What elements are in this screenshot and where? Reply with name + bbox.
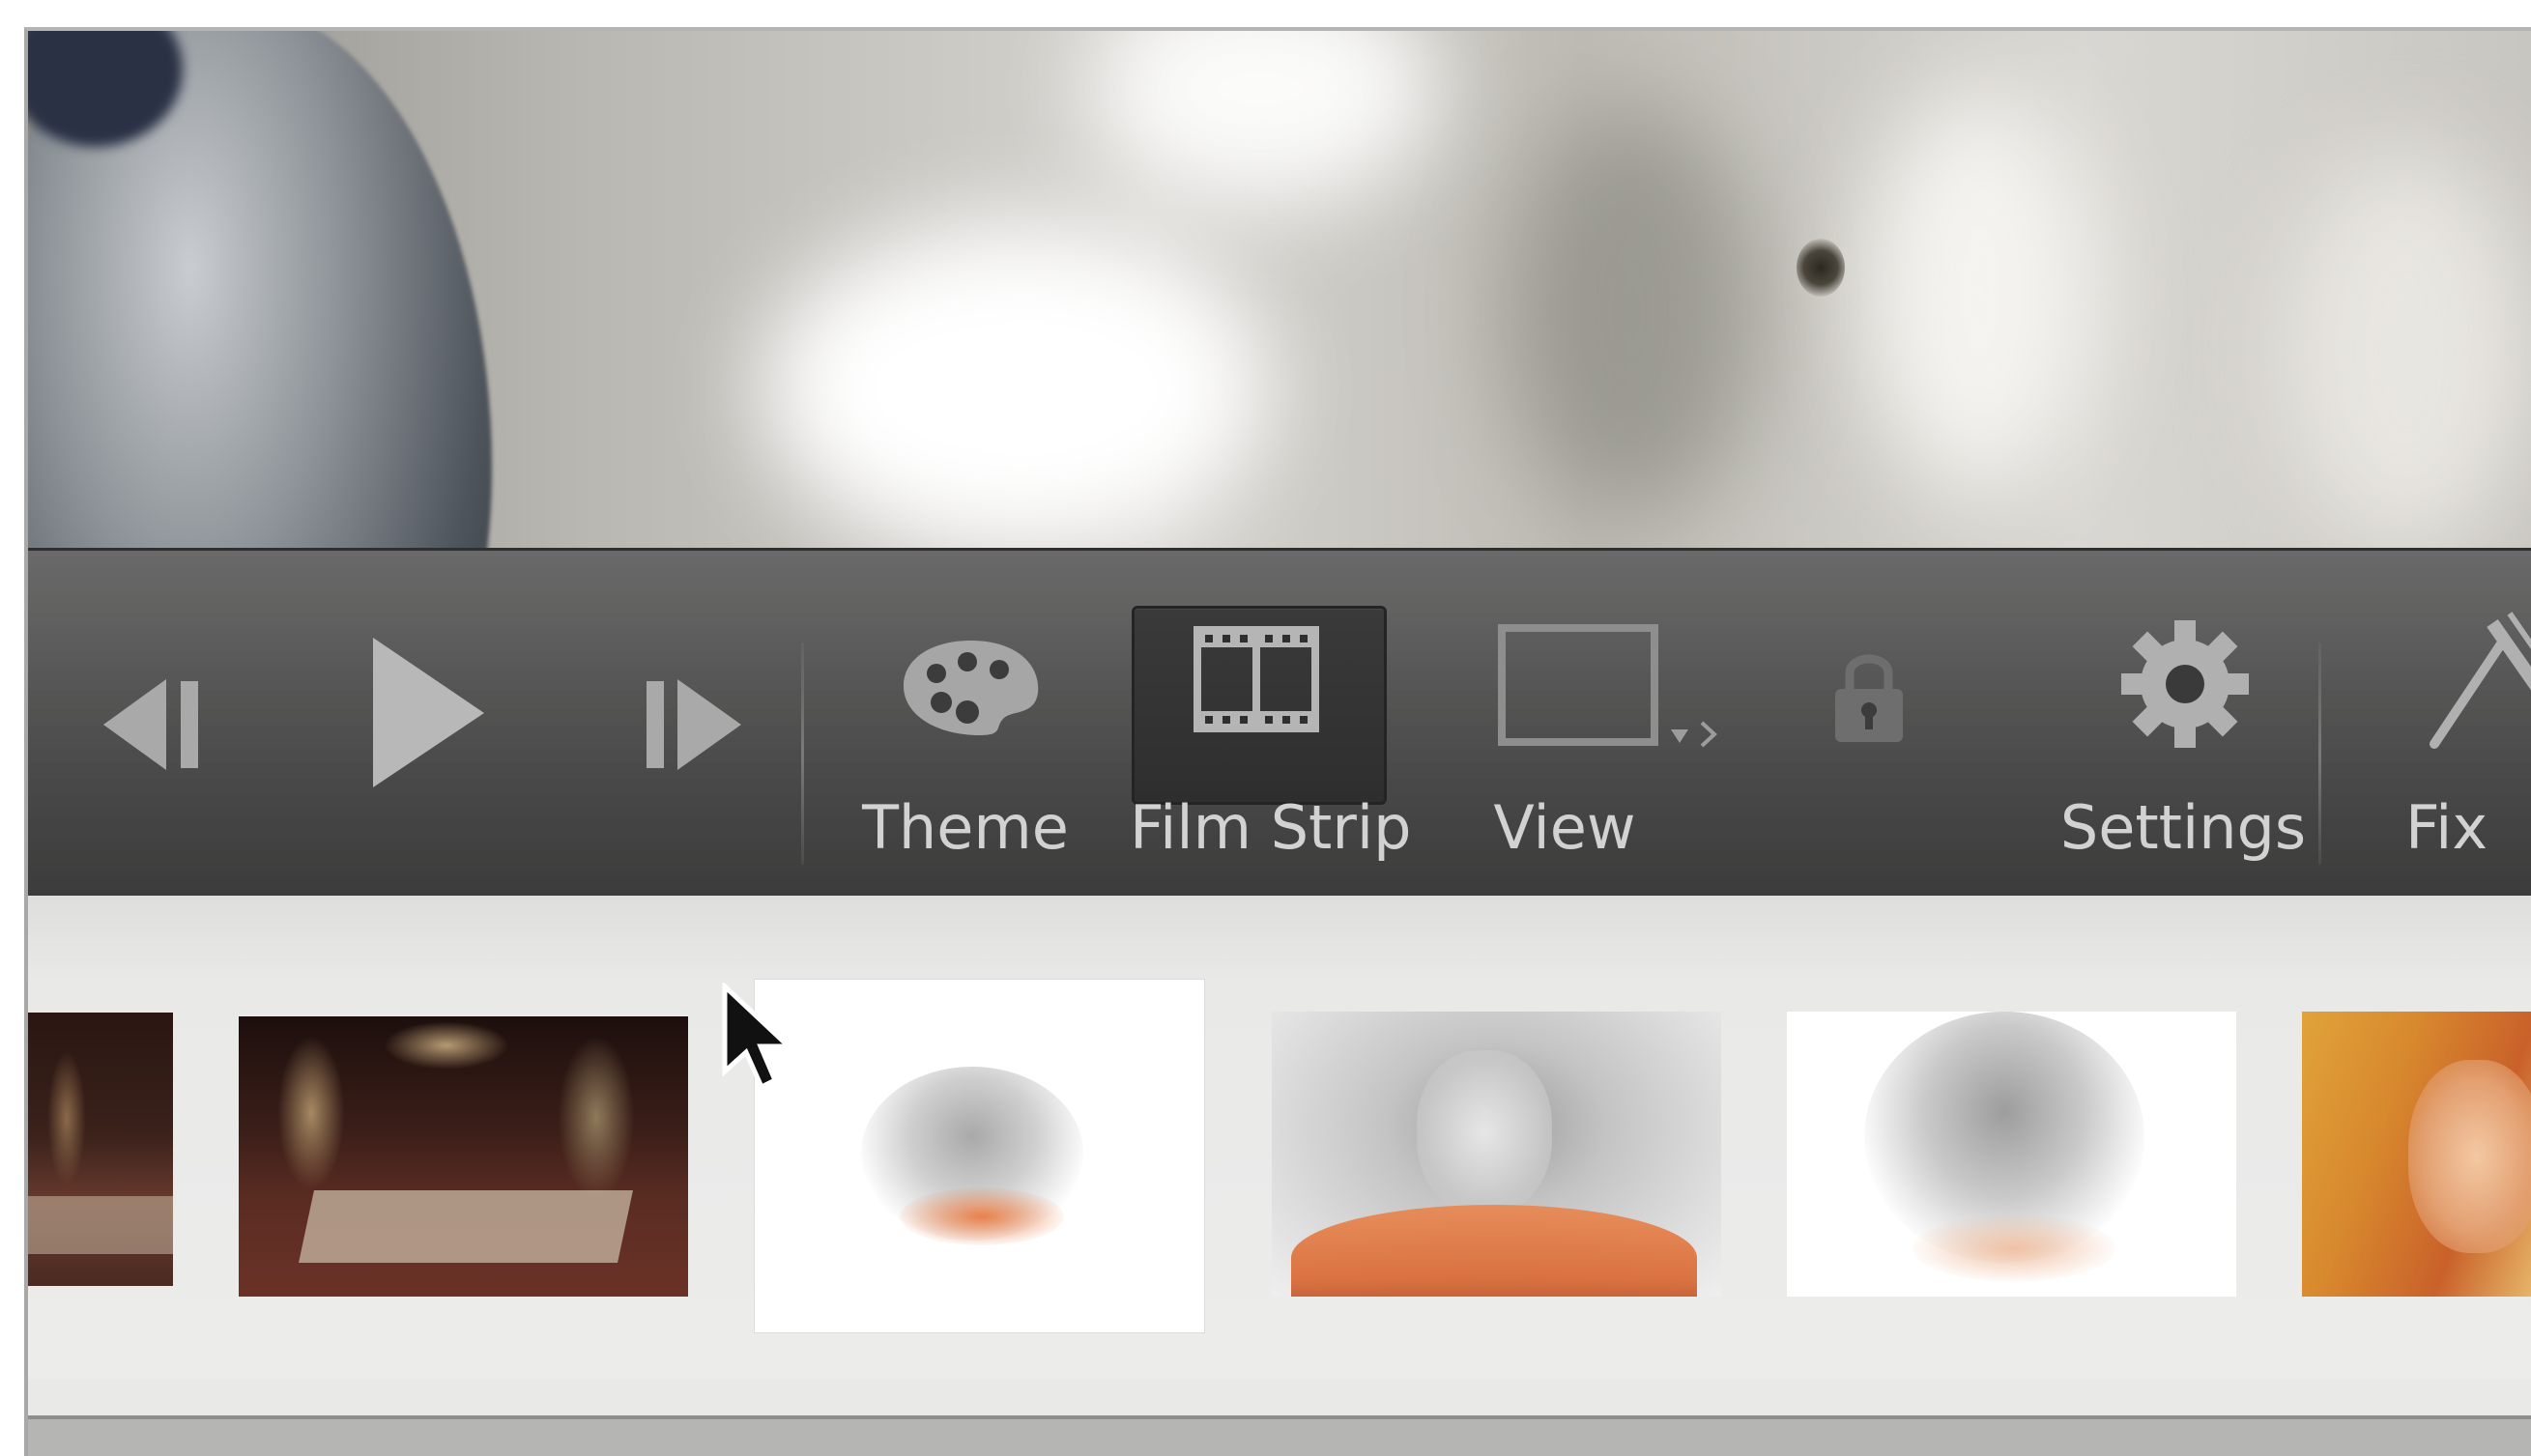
carpet [28,1196,173,1254]
toolbar: Theme Film Strip View Settings Fix [28,548,2531,899]
bokeh-highlight [1091,31,1439,205]
film-strip-button[interactable]: Film Strip [1130,551,1412,899]
chandelier [384,1021,509,1070]
fix-wand-icon [2430,612,2531,749]
face-color [2408,1060,2531,1253]
toolbar-separator [2318,642,2321,865]
settings-button[interactable]: Settings [2048,551,2318,899]
bokeh-highlight [762,224,1265,548]
carpet [299,1190,633,1263]
dropdown-arrow-icon [1671,729,1688,743]
skip-back-icon [103,679,198,770]
film-strip-icon [1194,626,1319,732]
slide-thumbnail[interactable] [1787,1012,2236,1297]
film-strip [28,896,2531,1379]
slide-thumbnail-selected[interactable] [755,980,1204,1332]
bokeh-highlight [2280,147,2531,548]
slide-preview[interactable] [28,31,2531,548]
bokeh-shadow [1507,108,1758,514]
chevron-right-icon [1700,721,1717,748]
theme-label: Theme [862,792,1069,863]
view-rectangle-icon [1498,624,1717,748]
slide-thumbnail[interactable] [2302,1012,2531,1297]
theme-button[interactable]: Theme [854,551,1077,899]
slide-thumbnail[interactable] [28,1013,173,1286]
candle-glow [277,1036,345,1190]
fix-label: Fix [2405,792,2488,863]
fix-button[interactable]: Fix [2405,551,2531,899]
view-label: View [1493,792,1636,863]
toolbar-separator [801,642,804,865]
palette-icon [904,641,1039,735]
orange-top [1291,1205,1697,1297]
bokeh-highlight [1864,89,2096,495]
play-button[interactable] [339,638,513,792]
lock-button[interactable] [1821,642,1917,749]
next-button[interactable] [618,671,772,778]
film-strip-label: Film Strip [1130,792,1412,863]
face-sketch [1417,1050,1552,1214]
window-glow [47,1051,86,1186]
slide-thumbnail[interactable] [1272,1012,1721,1297]
slide-thumbnail[interactable] [239,1016,688,1297]
orange-top [1913,1214,2115,1282]
mouse-pointer-icon [722,983,795,1091]
slideshow-window: Theme Film Strip View Settings Fix [24,27,2531,1456]
status-bar [28,1415,2531,1456]
lock-icon [1835,654,1903,742]
window-glow [558,1036,635,1200]
insect-detail [1797,239,1845,297]
skip-forward-icon [647,679,741,770]
play-icon [373,638,484,787]
settings-label: Settings [2059,792,2307,863]
gear-icon [2121,620,2249,748]
previous-button[interactable] [74,671,229,778]
view-button[interactable]: View [1458,551,1729,899]
orange-top [900,1187,1064,1245]
